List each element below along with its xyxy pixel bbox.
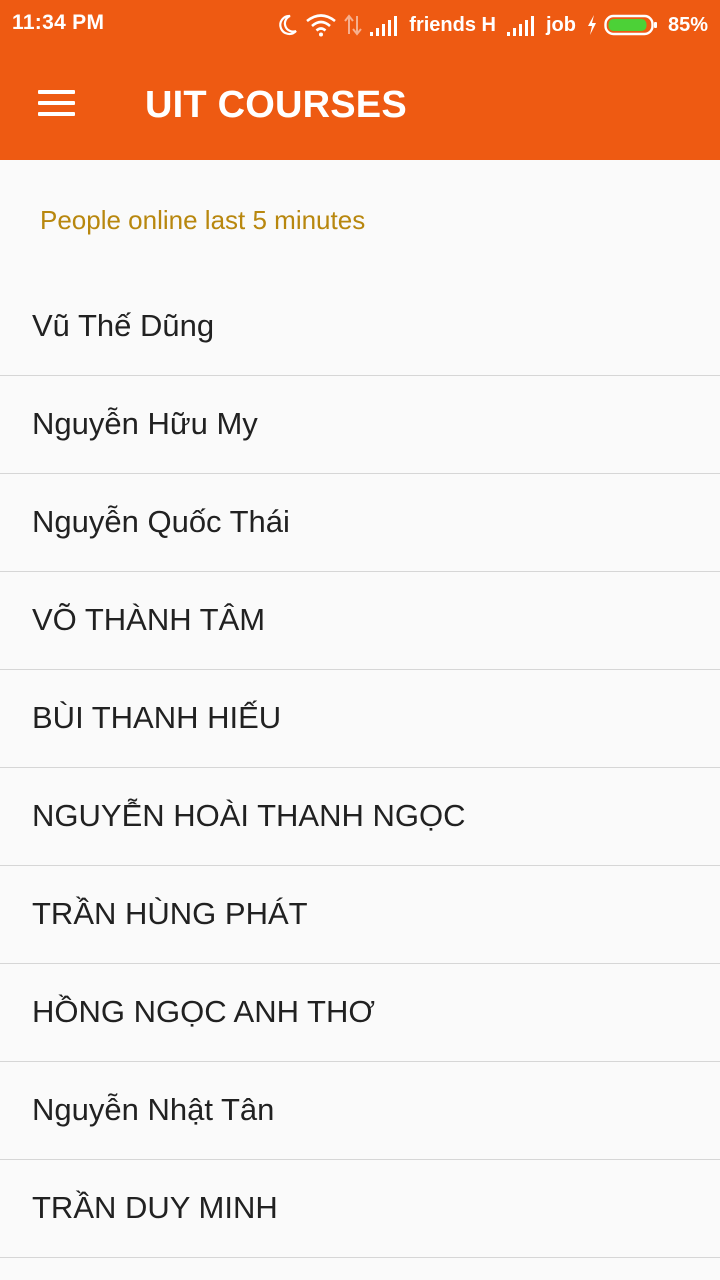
person-name: VÕ THÀNH TÂM bbox=[32, 602, 266, 637]
list-item[interactable]: BÙI THANH HIẾU bbox=[0, 670, 720, 768]
list-item[interactable]: TRẦN HÙNG PHÁT bbox=[0, 866, 720, 964]
list-item[interactable]: Vũ Thế Dũng bbox=[0, 278, 720, 376]
list-item[interactable]: Nguyễn Nhật Tân bbox=[0, 1062, 720, 1160]
signal-icon bbox=[369, 13, 401, 37]
battery-percentage: 85% bbox=[667, 13, 708, 36]
list-item[interactable]: NGUYỄN HOÀI THANH NGỌC bbox=[0, 768, 720, 866]
charging-icon bbox=[586, 14, 598, 36]
section-header: People online last 5 minutes bbox=[40, 205, 366, 235]
person-name: Nguyễn Nhật Tân bbox=[32, 1092, 275, 1127]
moon-icon bbox=[275, 13, 299, 37]
list-item[interactable]: TRẦN DUY MINH bbox=[0, 1160, 720, 1258]
person-name: Nguyễn Quốc Thái bbox=[32, 504, 290, 539]
people-list: Vũ Thế Dũng Nguyễn Hữu My Nguyễn Quốc Th… bbox=[0, 278, 720, 1258]
app-title: UIT COURSES bbox=[145, 84, 407, 126]
status-bar: 11:34 PM friends H job 85% bbox=[0, 0, 720, 50]
signal-icon bbox=[506, 13, 538, 37]
list-item[interactable]: Nguyễn Quốc Thái bbox=[0, 474, 720, 572]
list-item[interactable]: VÕ THÀNH TÂM bbox=[0, 572, 720, 670]
data-transfer-icon bbox=[343, 13, 363, 37]
person-name: BÙI THANH HIẾU bbox=[32, 700, 282, 735]
person-name: NGUYỄN HOÀI THANH NGỌC bbox=[32, 798, 466, 833]
list-item[interactable]: Nguyễn Hữu My bbox=[0, 376, 720, 474]
status-icons: friends H job 85% bbox=[275, 10, 708, 40]
status-time: 11:34 PM bbox=[12, 11, 105, 34]
person-name: TRẦN HÙNG PHÁT bbox=[32, 896, 308, 931]
person-name: TRẦN DUY MINH bbox=[32, 1190, 278, 1225]
carrier-1-label: friends H bbox=[409, 13, 496, 36]
hamburger-menu-icon[interactable] bbox=[22, 76, 92, 132]
app-bar: UIT COURSES bbox=[0, 50, 720, 160]
person-name: Vũ Thế Dũng bbox=[32, 308, 215, 343]
person-name: HỒNG NGỌC ANH THƠ bbox=[32, 994, 375, 1029]
list-item[interactable]: HỒNG NGỌC ANH THƠ bbox=[0, 964, 720, 1062]
battery-icon bbox=[604, 13, 658, 37]
wifi-icon bbox=[305, 13, 337, 37]
person-name: Nguyễn Hữu My bbox=[32, 406, 258, 441]
carrier-2-label: job bbox=[545, 13, 576, 36]
